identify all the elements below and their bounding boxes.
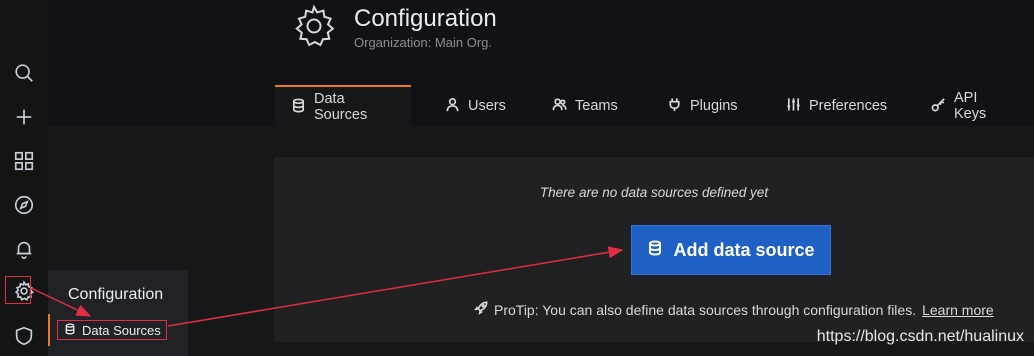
key-icon	[931, 97, 946, 116]
plus-icon[interactable]	[6, 99, 42, 135]
user-icon	[445, 97, 460, 116]
active-indicator	[48, 314, 50, 346]
empty-state-panel: There are no data sources defined yet Ad…	[274, 157, 1034, 342]
plug-icon	[667, 97, 682, 116]
tab-label: Plugins	[690, 98, 738, 114]
database-icon	[291, 98, 306, 117]
button-label: Add data source	[673, 239, 815, 260]
learn-more-link[interactable]: Learn more	[922, 302, 994, 318]
search-icon[interactable]	[6, 55, 42, 91]
tab-label: Preferences	[809, 98, 888, 114]
tab-preferences[interactable]: Preferences	[770, 85, 903, 127]
gear-annotation-box	[5, 276, 31, 304]
protip-text: ProTip: You can also define data sources…	[494, 301, 917, 318]
dashboards-icon[interactable]	[6, 143, 42, 179]
tab-label: API Keys	[954, 90, 987, 122]
flyout-title: Configuration	[68, 286, 164, 303]
users-icon	[552, 97, 567, 116]
flyout-item-data-sources[interactable]: Data Sources	[57, 320, 167, 340]
flyout-item-label: Data Sources	[82, 322, 161, 338]
tab-data-sources[interactable]: Data Sources	[275, 85, 411, 127]
database-icon	[647, 240, 663, 261]
explore-icon[interactable]	[6, 187, 42, 223]
rocket-icon	[474, 301, 488, 318]
page-title: Configuration	[354, 5, 497, 32]
database-icon	[64, 322, 76, 338]
tab-teams[interactable]: Teams	[536, 85, 634, 127]
tab-label: Teams	[575, 98, 618, 114]
sidebar	[0, 0, 48, 356]
tab-users[interactable]: Users	[429, 85, 522, 127]
page-subtitle: Organization: Main Org.	[354, 35, 493, 50]
tab-plugins[interactable]: Plugins	[651, 85, 754, 127]
tab-label: Data Sources	[314, 91, 368, 123]
sliders-icon	[786, 97, 801, 116]
add-data-source-button[interactable]: Add data source	[631, 225, 831, 275]
protip: ProTip: You can also define data sources…	[474, 301, 994, 318]
watermark: https://blog.csdn.net/hualinux	[816, 328, 1024, 345]
gear-icon	[290, 2, 338, 50]
configuration-flyout-menu: Configuration Data Sources	[48, 270, 188, 356]
tab-label: Users	[468, 98, 506, 114]
alerting-icon[interactable]	[6, 231, 42, 267]
empty-state-message: There are no data sources defined yet	[539, 185, 769, 200]
shield-icon[interactable]	[6, 318, 42, 354]
tab-api-keys[interactable]: API Keys	[915, 85, 1002, 127]
